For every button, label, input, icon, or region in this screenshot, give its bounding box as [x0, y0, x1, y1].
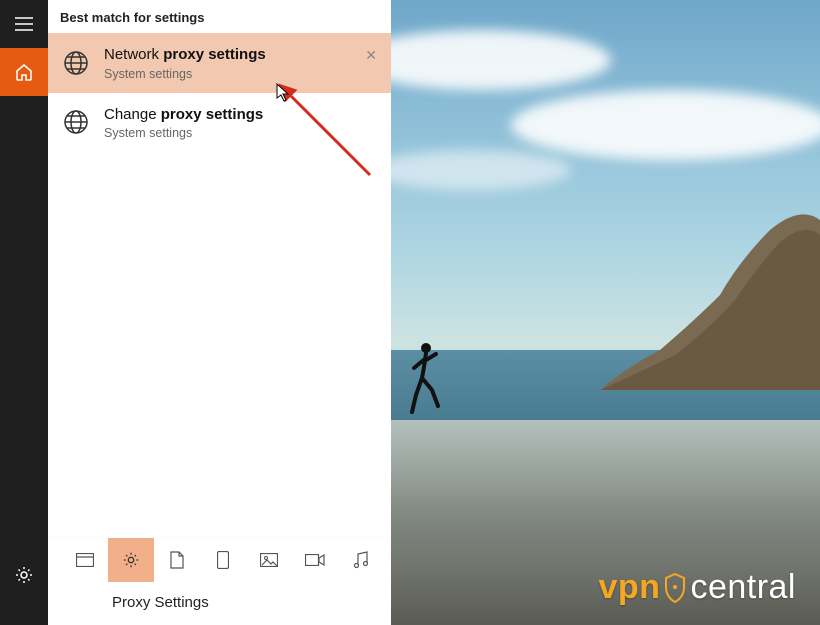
- globe-icon: [58, 49, 94, 77]
- document-icon: [170, 551, 184, 569]
- watermark-vpncentral: vpn central: [598, 568, 796, 607]
- documents-filter[interactable]: [154, 538, 200, 582]
- rock-formation: [600, 200, 820, 390]
- device-icon: [217, 551, 229, 569]
- filter-row: [48, 537, 391, 581]
- apps-filter[interactable]: [62, 538, 108, 582]
- picture-icon: [260, 553, 278, 567]
- search-panel: Best match for settings Network proxy se…: [48, 0, 391, 625]
- result-network-proxy-settings[interactable]: Network proxy settings System settings ✕: [48, 33, 391, 93]
- settings-filter[interactable]: [108, 538, 154, 582]
- search-box: [48, 581, 391, 625]
- result-change-proxy-settings[interactable]: Change proxy settings System settings: [48, 93, 391, 153]
- home-icon: [14, 62, 34, 82]
- home-button[interactable]: [0, 48, 48, 96]
- results-header: Best match for settings: [48, 0, 391, 33]
- shield-icon: [664, 573, 686, 603]
- music-icon: [353, 551, 369, 569]
- rail-settings-button[interactable]: [0, 551, 48, 599]
- videos-filter[interactable]: [292, 538, 338, 582]
- video-icon: [305, 554, 325, 566]
- photos-filter[interactable]: [246, 538, 292, 582]
- close-icon[interactable]: ✕: [365, 47, 377, 64]
- search-input[interactable]: [56, 586, 383, 617]
- globe-icon: [58, 108, 94, 136]
- result-subtitle: System settings: [104, 126, 263, 140]
- gear-icon: [14, 565, 34, 585]
- result-subtitle: System settings: [104, 67, 266, 81]
- folders-filter[interactable]: [200, 538, 246, 582]
- music-filter[interactable]: [338, 538, 384, 582]
- desktop-wallpaper: vpn central: [391, 0, 820, 625]
- menu-button[interactable]: [0, 0, 48, 48]
- runner-silhouette: [406, 340, 446, 425]
- results-list: Network proxy settings System settings ✕…: [48, 33, 391, 152]
- gear-icon: [122, 551, 140, 569]
- hamburger-icon: [15, 17, 33, 31]
- result-title: Change proxy settings: [104, 105, 263, 125]
- result-title: Network proxy settings: [104, 45, 266, 65]
- window-icon: [76, 553, 94, 567]
- taskbar-left-rail: [0, 0, 48, 625]
